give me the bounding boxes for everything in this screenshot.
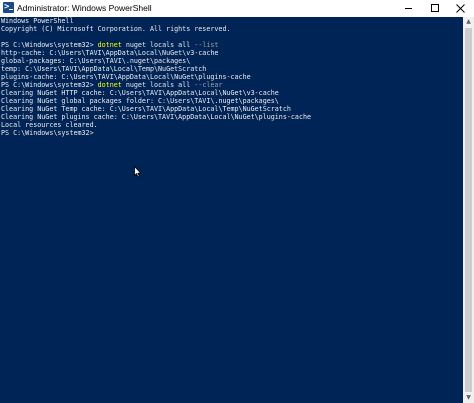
command-name: dotnet (97, 41, 122, 49)
output-line: Clearing NuGet global packages folder: C… (1, 97, 279, 105)
command-args: nuget locals all (121, 81, 195, 89)
scroll-thumb[interactable] (465, 28, 472, 392)
window-title: Administrator: Windows PowerShell (17, 3, 152, 13)
command-line-list: PS C:\Windows\system32> dotnet nuget loc… (1, 41, 218, 49)
command-parameter: --clear (194, 81, 223, 89)
command-line-clear: PS C:\Windows\system32> dotnet nuget loc… (1, 81, 222, 89)
output-line: http-cache: C:\Users\TAVI\AppData\Local\… (1, 49, 219, 57)
title-bar[interactable]: > Administrator: Windows PowerShell (0, 0, 474, 17)
output-line: Clearing NuGet plugins cache: C:\Users\T… (1, 113, 312, 121)
minimize-button[interactable] (396, 0, 422, 17)
command-args: nuget locals all (121, 41, 195, 49)
output-line: plugins-cache: C:\Users\TAVI\AppData\Loc… (1, 73, 251, 81)
output-line: Clearing NuGet HTTP cache: C:\Users\TAVI… (1, 89, 279, 97)
close-icon (456, 4, 465, 13)
mouse-cursor-icon (134, 166, 142, 178)
output-line: temp: C:\Users\TAVI\AppData\Local\Temp\N… (1, 65, 207, 73)
maximize-button[interactable] (422, 0, 448, 17)
minimize-icon (405, 8, 412, 9)
final-prompt[interactable]: PS C:\Windows\system32> (1, 129, 94, 137)
maximize-icon (431, 4, 439, 12)
scroll-up-icon[interactable]: ▲ (463, 17, 474, 27)
vertical-scrollbar[interactable]: ▲ ▼ (463, 17, 474, 403)
console-output-area[interactable]: Windows PowerShell Copyright (C) Microso… (1, 17, 463, 403)
output-line: Clearing NuGet Temp cache: C:\Users\TAVI… (1, 105, 291, 113)
scroll-down-icon[interactable]: ▼ (463, 393, 474, 403)
console-banner: Windows PowerShell (1, 17, 74, 25)
output-line: Local resources cleared. (1, 121, 98, 129)
command-name: dotnet (97, 81, 122, 89)
prompt: PS C:\Windows\system32> (1, 41, 98, 49)
powershell-icon[interactable]: > (3, 2, 14, 13)
console-copyright: Copyright (C) Microsoft Corporation. All… (1, 25, 231, 33)
command-parameter: --list (194, 41, 219, 49)
prompt: PS C:\Windows\system32> (1, 81, 98, 89)
close-button[interactable] (448, 0, 474, 17)
powershell-window: > Administrator: Windows PowerShell Wind… (0, 0, 474, 403)
output-line: global-packages: C:\Users\TAVI\.nuget\pa… (1, 57, 191, 65)
